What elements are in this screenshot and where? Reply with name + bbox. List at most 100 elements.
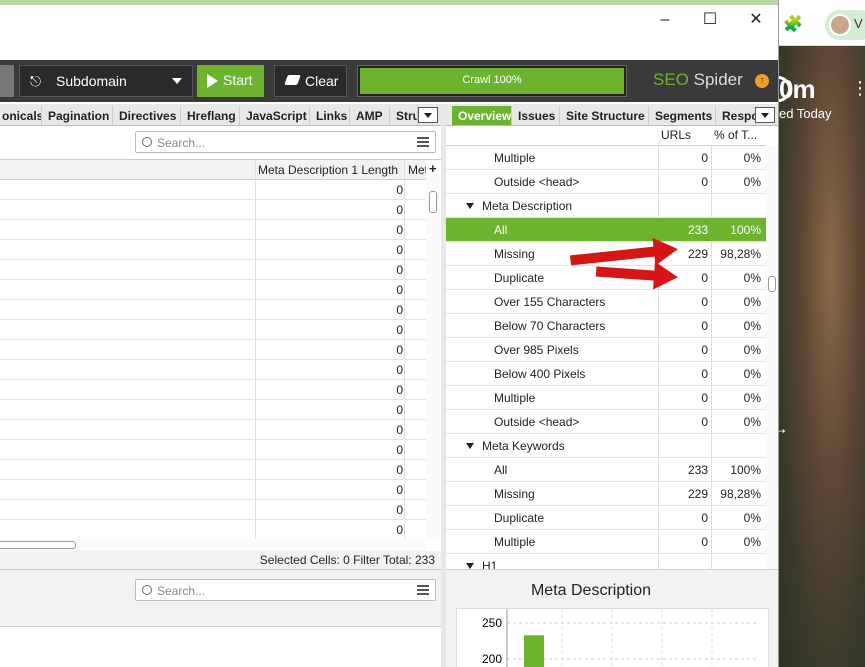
table-row[interactable]: 0 bbox=[0, 220, 426, 240]
meta-description-length-cell: 0 bbox=[396, 483, 403, 497]
meta-description-length-cell: 0 bbox=[396, 463, 403, 477]
overview-row-percent: 98,28% bbox=[720, 247, 761, 261]
collapse-triangle-icon[interactable] bbox=[466, 203, 474, 209]
table-row[interactable]: 0 bbox=[0, 340, 426, 360]
collapse-triangle-icon[interactable] bbox=[466, 443, 474, 449]
table-row[interactable]: 0 bbox=[0, 240, 426, 260]
table-row[interactable]: 0 bbox=[0, 360, 426, 380]
overview-row[interactable]: Below 70 Characters 0 0% bbox=[446, 314, 766, 338]
start-button[interactable]: Start bbox=[197, 65, 264, 97]
table-row[interactable]: 0 bbox=[0, 200, 426, 220]
meta-description-length-cell: 0 bbox=[396, 283, 403, 297]
overview-vertical-scrollbar[interactable] bbox=[766, 146, 778, 569]
meta-description-length-cell: 0 bbox=[396, 383, 403, 397]
overview-row-urls: 233 bbox=[687, 463, 708, 477]
overview-row[interactable]: Duplicate 0 0% bbox=[446, 506, 766, 530]
overview-row[interactable]: Missing 229 98,28% bbox=[446, 482, 766, 506]
crawl-mode-dropdown[interactable]: ⎋ Subdomain bbox=[19, 65, 193, 97]
scroll-thumb[interactable] bbox=[429, 191, 437, 213]
overview-row[interactable]: Outside <head> 0 0% bbox=[446, 170, 766, 194]
tab-directives[interactable]: Directives bbox=[113, 106, 181, 125]
overview-row-percent: 100% bbox=[730, 463, 761, 477]
update-icon[interactable]: ↑ bbox=[755, 74, 769, 88]
table-row[interactable]: 0 bbox=[0, 520, 426, 540]
overview-row-percent: 0% bbox=[743, 511, 761, 525]
tab-structured-data[interactable]: Stru bbox=[390, 106, 418, 125]
table-row[interactable]: 0 bbox=[0, 280, 426, 300]
overview-row-percent: 98,28% bbox=[720, 487, 761, 501]
overview-row-label: Missing bbox=[494, 247, 535, 261]
overview-row[interactable]: Over 155 Characters 0 0% bbox=[446, 290, 766, 314]
column-meta-description-length[interactable]: Meta Description 1 Length bbox=[258, 163, 404, 177]
extensions-icon[interactable]: 🧩 bbox=[783, 14, 803, 33]
overview-group-row[interactable]: Meta Keywords bbox=[446, 434, 766, 458]
table-row[interactable]: 0 bbox=[0, 300, 426, 320]
filter-icon[interactable] bbox=[417, 137, 429, 147]
overview-row[interactable]: Multiple 0 0% bbox=[446, 386, 766, 410]
tab-javascript[interactable]: JavaScript bbox=[240, 106, 310, 125]
column-meta[interactable]: Met bbox=[408, 163, 426, 177]
overview-row[interactable]: All 233 100% bbox=[446, 458, 766, 482]
tab-site-structure[interactable]: Site Structure bbox=[560, 106, 649, 125]
table-row[interactable]: 0 bbox=[0, 380, 426, 400]
scroll-thumb[interactable] bbox=[768, 276, 776, 292]
tab-links[interactable]: Links bbox=[310, 106, 350, 125]
table-row[interactable]: 0 bbox=[0, 500, 426, 520]
maximize-icon[interactable]: ☐ bbox=[695, 9, 725, 31]
overview-row-percent: 0% bbox=[743, 319, 761, 333]
overview-row[interactable]: Multiple 0 0% bbox=[446, 146, 766, 170]
overview-row[interactable]: Outside <head> 0 0% bbox=[446, 410, 766, 434]
overview-group-row[interactable]: H1 bbox=[446, 554, 766, 569]
overview-group-row[interactable]: Meta Description bbox=[446, 194, 766, 218]
meta-description-length-cell: 0 bbox=[396, 323, 403, 337]
table-row[interactable]: 0 bbox=[0, 460, 426, 480]
tab-amp[interactable]: AMP bbox=[350, 106, 390, 125]
minimize-icon[interactable]: – bbox=[650, 9, 680, 31]
overview-row-urls: 233 bbox=[687, 223, 708, 237]
overview-row-percent: 0% bbox=[743, 151, 761, 165]
profile-button[interactable]: V bbox=[825, 10, 865, 40]
left-vertical-scrollbar[interactable] bbox=[426, 175, 440, 539]
tab-canonicals[interactable]: onicals bbox=[0, 106, 42, 125]
table-row[interactable]: 0 bbox=[0, 480, 426, 500]
table-row[interactable]: 0 bbox=[0, 400, 426, 420]
mode-button[interactable] bbox=[0, 65, 14, 97]
tab-segments[interactable]: Segments bbox=[649, 106, 716, 125]
overview-row[interactable]: Multiple 0 0% bbox=[446, 530, 766, 554]
overview-row[interactable]: All 233 100% bbox=[446, 218, 766, 242]
tab-pagination[interactable]: Pagination bbox=[42, 106, 113, 125]
overview-row-percent: 0% bbox=[743, 295, 761, 309]
filter-icon[interactable] bbox=[417, 585, 429, 595]
column-urls[interactable]: URLs bbox=[661, 128, 709, 142]
column-percent-total[interactable]: % of T... bbox=[714, 128, 764, 142]
y-tick-label: 250 bbox=[482, 616, 502, 630]
close-icon[interactable]: ✕ bbox=[741, 9, 771, 31]
table-row[interactable]: 0 bbox=[0, 320, 426, 340]
meta-description-length-cell: 0 bbox=[396, 423, 403, 437]
start-label: Start bbox=[223, 72, 253, 88]
more-icon[interactable]: ⋮ bbox=[851, 78, 865, 99]
tab-hreflang[interactable]: Hreflang bbox=[181, 106, 240, 125]
clear-button[interactable]: Clear bbox=[274, 65, 347, 97]
add-column-icon[interactable]: + bbox=[429, 161, 437, 176]
scroll-thumb[interactable] bbox=[0, 541, 76, 549]
table-row[interactable]: 0 bbox=[0, 180, 426, 200]
left-search-input[interactable]: Search... bbox=[135, 131, 436, 153]
tab-response-times[interactable]: Respo bbox=[716, 106, 756, 125]
chart-bar bbox=[524, 635, 544, 667]
table-row[interactable]: 0 bbox=[0, 440, 426, 460]
left-horizontal-scrollbar[interactable] bbox=[0, 539, 426, 551]
table-row[interactable]: 0 bbox=[0, 420, 426, 440]
overview-row[interactable]: Below 400 Pixels 0 0% bbox=[446, 362, 766, 386]
overview-row-label: Outside <head> bbox=[494, 415, 580, 429]
tab-overflow-button[interactable] bbox=[418, 107, 438, 123]
overview-row[interactable]: Over 985 Pixels 0 0% bbox=[446, 338, 766, 362]
table-row[interactable]: 0 bbox=[0, 260, 426, 280]
tab-issues[interactable]: Issues bbox=[512, 106, 560, 125]
bottom-search-input[interactable]: Search... bbox=[135, 579, 436, 601]
overview-row-urls: 0 bbox=[701, 295, 708, 309]
overview-row-label: H1 bbox=[482, 559, 498, 569]
tab-overview[interactable]: Overview bbox=[452, 106, 512, 125]
tab-overflow-button[interactable] bbox=[755, 107, 775, 123]
overview-row-urls: 0 bbox=[701, 511, 708, 525]
